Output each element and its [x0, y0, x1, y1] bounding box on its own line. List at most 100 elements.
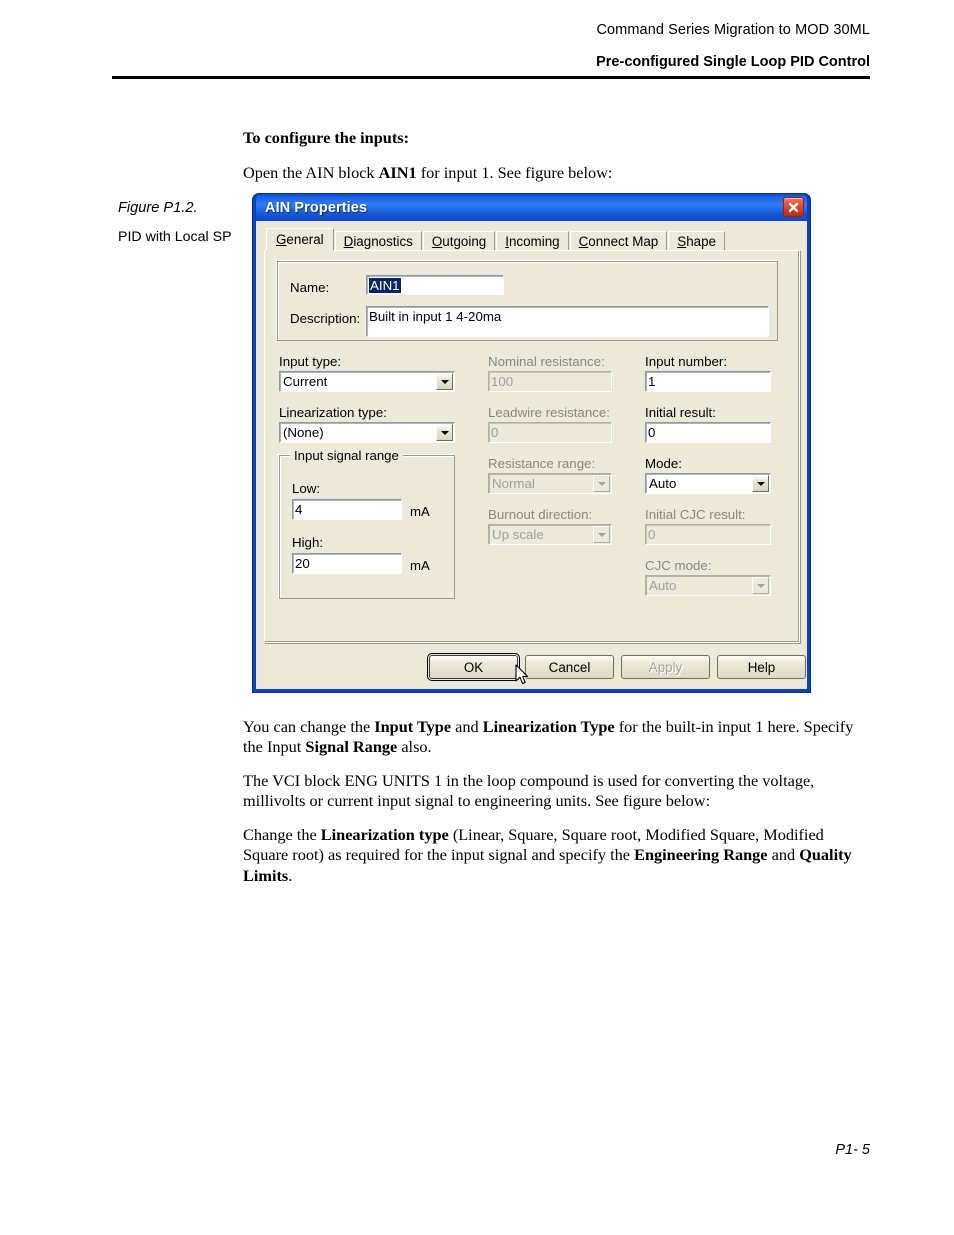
p3-bold-engineering-range: Engineering Range: [634, 845, 768, 865]
chevron-down-icon[interactable]: [436, 373, 453, 390]
name-input-value: AIN1: [369, 277, 401, 293]
dialog-button-row: OK Cancel Apply Help: [257, 653, 807, 685]
linearization-type-combo[interactable]: (None): [279, 422, 455, 443]
mode-combo[interactable]: Auto: [645, 473, 771, 494]
header-document-title: Command Series Migration to MOD 30ML: [596, 22, 870, 38]
tab-panel-general: Name: AIN1 Description: Built in input 1…: [264, 250, 800, 643]
paragraph-2: The VCI block ENG UNITS 1 in the loop co…: [243, 771, 873, 812]
p3-bold-linearization-type: Linearization type: [320, 825, 449, 844]
nominal-resistance-input: 100: [488, 371, 612, 392]
chevron-down-icon[interactable]: [436, 424, 453, 441]
dialog-body: General Diagnostics Outgoing Incoming Co…: [256, 221, 807, 689]
description-field-label: Description:: [290, 311, 361, 326]
tab-connect-map-label: onnect Map: [588, 233, 659, 249]
tab-diagnostics-label: iagnostics: [353, 233, 413, 249]
ok-button[interactable]: OK: [427, 653, 520, 681]
tab-shape-label: hape: [686, 233, 716, 249]
header-section-title: Pre-configured Single Loop PID Control: [596, 54, 870, 70]
input-number-value: 1: [648, 374, 656, 389]
name-input[interactable]: AIN1: [366, 275, 504, 295]
chevron-down-icon[interactable]: [752, 475, 769, 492]
initial-cjc-result-input: 0: [645, 524, 771, 545]
tab-incoming-label: ncoming: [508, 233, 560, 249]
name-field-label: Name:: [290, 280, 330, 295]
input-number-label: Input number:: [645, 354, 728, 369]
tab-strip: General Diagnostics Outgoing Incoming Co…: [264, 228, 800, 251]
nominal-resistance-label: Nominal resistance:: [488, 354, 605, 369]
chevron-down-icon: [593, 526, 610, 543]
apply-button: Apply: [621, 655, 710, 679]
page-header: Command Series Migration to MOD 30ML Pre…: [112, 22, 870, 79]
initial-result-label: Initial result:: [645, 405, 716, 420]
intro-line-bold: AIN1: [378, 163, 417, 182]
figure-caption-title: Figure P1.2.: [118, 200, 198, 216]
cjc-mode-combo: Auto: [645, 575, 771, 596]
high-label: High:: [292, 535, 324, 550]
tab-connect-map[interactable]: Connect Map: [569, 231, 668, 251]
help-button[interactable]: Help: [717, 655, 806, 679]
description-input-value: Built in input 1 4-20ma: [369, 309, 502, 324]
intro-line-post: for input 1. See figure below:: [416, 163, 613, 182]
tab-outgoing-label: utgoing: [442, 233, 487, 249]
figure-caption-subtitle: PID with Local SP: [118, 229, 232, 245]
p3-seg-d: and: [767, 845, 800, 865]
tab-connect-map-accel: C: [578, 233, 589, 249]
mode-label: Mode:: [645, 456, 682, 471]
leadwire-resistance-input: 0: [488, 422, 612, 443]
page-footer: P1- 5: [835, 1142, 870, 1158]
ain-properties-dialog: AIN Properties General Diagnostics Outgo…: [252, 193, 811, 693]
initial-cjc-result-label: Initial CJC result:: [645, 507, 746, 522]
resistance-range-combo: Normal: [488, 473, 612, 494]
high-input[interactable]: 20: [292, 553, 402, 574]
paragraph-3: Change the Linearization type (Linear, S…: [243, 825, 873, 886]
tab-shape[interactable]: Shape: [668, 231, 725, 251]
linearization-type-value: (None): [283, 425, 324, 440]
tab-general[interactable]: General: [266, 228, 334, 251]
low-label: Low:: [292, 481, 321, 496]
burnout-direction-combo: Up scale: [488, 524, 612, 545]
figure-caption: Figure P1.2. PID with Local SP: [118, 200, 246, 245]
cancel-button[interactable]: Cancel: [525, 655, 614, 679]
tab-outgoing[interactable]: Outgoing: [422, 231, 496, 251]
input-signal-range-groupbox: Input signal range Low: 4 mA High: 20 mA: [279, 448, 455, 599]
burnout-direction-value: Up scale: [492, 527, 544, 542]
tab-incoming[interactable]: Incoming: [496, 231, 569, 251]
low-input[interactable]: 4: [292, 499, 402, 520]
chevron-down-icon: [752, 577, 769, 594]
cjc-mode-label: CJC mode:: [645, 558, 712, 573]
input-signal-range-legend: Input signal range: [290, 448, 403, 463]
input-type-combo[interactable]: Current: [279, 371, 455, 392]
input-type-value: Current: [283, 374, 328, 389]
resistance-range-label: Resistance range:: [488, 456, 596, 471]
cjc-mode-value: Auto: [649, 578, 677, 593]
header-rule: [112, 76, 870, 79]
p1-seg-a: You can change the: [243, 717, 375, 736]
nominal-resistance-value: 100: [491, 374, 514, 389]
tab-diagnostics[interactable]: Diagnostics: [334, 231, 422, 251]
chevron-down-icon: [593, 475, 610, 492]
initial-cjc-result-value: 0: [648, 527, 656, 542]
linearization-type-label: Linearization type:: [279, 405, 387, 420]
description-input[interactable]: Built in input 1 4-20ma: [366, 306, 769, 337]
tab-shape-accel: S: [677, 233, 687, 249]
close-icon[interactable]: [783, 197, 804, 217]
tab-diagnostics-accel: D: [343, 233, 354, 249]
intro-heading-block: To configure the inputs:: [243, 128, 873, 148]
tab-general-label: eneral: [286, 231, 324, 247]
p1-bold-linearization-type: Linearization Type: [482, 717, 615, 736]
p3-seg-a: Change the: [243, 825, 321, 844]
input-type-label: Input type:: [279, 354, 342, 369]
tab-general-accel: G: [276, 231, 287, 247]
leadwire-resistance-label: Leadwire resistance:: [488, 405, 610, 420]
burnout-direction-label: Burnout direction:: [488, 507, 593, 522]
input-number-input[interactable]: 1: [645, 371, 771, 392]
identity-groupbox: Name: AIN1 Description: Built in input 1…: [277, 261, 778, 341]
dialog-title-bar[interactable]: AIN Properties: [256, 194, 807, 221]
leadwire-resistance-value: 0: [491, 425, 499, 440]
intro-line-block: Open the AIN block AIN1 for input 1. See…: [243, 163, 873, 183]
p1-bold-signal-range: Signal Range: [305, 737, 398, 757]
p2-text: The VCI block ENG UNITS 1 in the loop co…: [243, 771, 815, 811]
paragraph-1: You can change the Input Type and Linear…: [243, 717, 873, 758]
initial-result-input[interactable]: 0: [645, 422, 771, 443]
high-input-value: 20: [295, 556, 310, 571]
